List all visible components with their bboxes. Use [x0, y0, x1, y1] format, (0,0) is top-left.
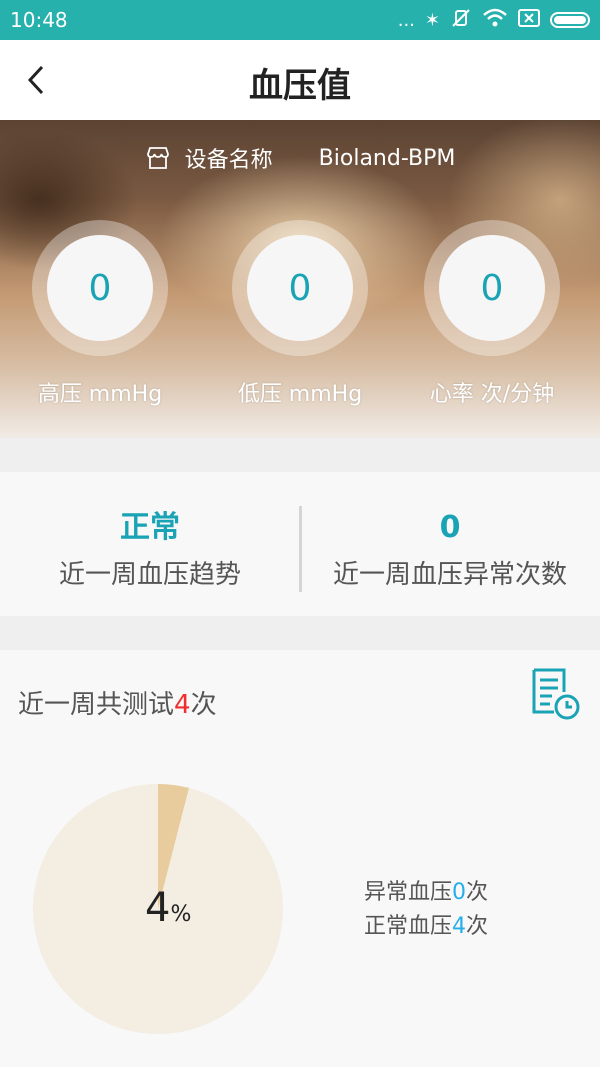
diastolic-metric: 0 低压 mmHg — [200, 220, 400, 408]
weekly-tests-panel: 近一周共测试4次 4% 异常血压0次 正常血压4次 — [0, 650, 600, 1067]
legend-normal: 正常血压4次 — [364, 914, 489, 939]
diastolic-label: 低压 mmHg — [237, 382, 363, 407]
device-name: Bioland-BPM — [318, 145, 456, 171]
systolic-label: 高压 mmHg — [37, 382, 163, 407]
sim-icon — [518, 8, 540, 32]
device-icon — [146, 147, 169, 169]
trend-summary[interactable]: 正常 近一周血压趋势 — [0, 508, 300, 591]
page-title: 血压值 — [249, 66, 351, 106]
bluetooth-icon: ✶ — [424, 9, 440, 31]
diastolic-value: 0 — [247, 235, 353, 341]
legend-abnormal: 异常血压0次 — [364, 880, 489, 905]
battery-icon — [550, 12, 590, 28]
trend-caption: 近一周血压趋势 — [58, 560, 241, 590]
abnormal-count-value: 0 — [439, 510, 461, 545]
notification-dots: ... — [397, 9, 415, 31]
systolic-metric: 0 高压 mmHg — [0, 220, 200, 408]
weekly-summary: 正常 近一周血压趋势 0 近一周血压异常次数 — [0, 472, 600, 616]
abnormal-summary[interactable]: 0 近一周血压异常次数 — [300, 508, 600, 591]
trend-value: 正常 — [120, 510, 180, 545]
systolic-value: 0 — [47, 235, 153, 341]
mute-vibrate-icon — [450, 7, 472, 34]
pie-percent-label: 4% — [145, 885, 192, 931]
status-bar: 10:48 ... ✶ — [0, 0, 600, 40]
heart-rate-metric: 0 心率 次/分钟 — [392, 220, 592, 408]
device-label: 设备名称 — [184, 148, 273, 173]
app-header: 血压值 — [0, 40, 600, 120]
measurement-hero: 设备名称 Bioland-BPM 0 高压 mmHg 0 低压 mmHg 0 心… — [0, 120, 600, 438]
status-time: 10:48 — [10, 8, 68, 32]
pie-legend: 异常血压0次 正常血压4次 — [364, 876, 488, 944]
status-icons: ... ✶ — [398, 6, 590, 34]
heart-rate-label: 心率 次/分钟 — [429, 382, 555, 407]
heart-rate-value: 0 — [439, 235, 545, 341]
wifi-icon — [482, 8, 508, 33]
abnormal-caption: 近一周血压异常次数 — [332, 560, 567, 590]
weekly-tests-count: 4 — [174, 690, 191, 720]
history-report-icon[interactable] — [528, 666, 584, 722]
device-info: 设备名称 Bioland-BPM — [0, 142, 600, 174]
weekly-tests-title: 近一周共测试4次 — [18, 690, 217, 720]
